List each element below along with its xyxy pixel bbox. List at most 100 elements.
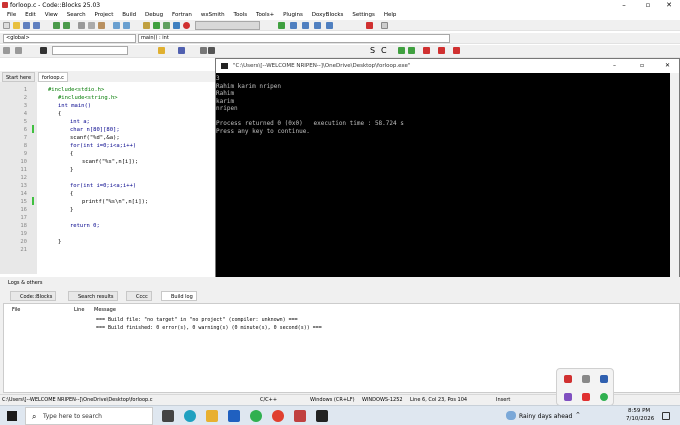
build-icon[interactable] bbox=[143, 22, 150, 29]
tab-start-here[interactable]: Start here bbox=[2, 72, 36, 82]
paste-icon[interactable] bbox=[98, 22, 105, 29]
debug-out-icon[interactable] bbox=[326, 22, 333, 29]
flag-icon[interactable] bbox=[423, 47, 430, 54]
menu-view[interactable]: View bbox=[45, 11, 58, 20]
file-explorer-icon[interactable] bbox=[206, 410, 218, 422]
cut-icon[interactable] bbox=[78, 22, 85, 29]
menu-settings[interactable]: Settings bbox=[352, 11, 375, 20]
copy-icon[interactable] bbox=[88, 22, 95, 29]
taskbar-search[interactable]: ⌕ Type here to search bbox=[25, 407, 153, 425]
log-tab-search-results[interactable]: Search results bbox=[68, 291, 118, 301]
menu-plugins[interactable]: Plugins bbox=[283, 11, 303, 20]
build-run-icon[interactable] bbox=[163, 22, 170, 29]
tray-app-icon[interactable] bbox=[564, 393, 572, 401]
menu-fortran[interactable]: Fortran bbox=[172, 11, 192, 20]
tab-forloop[interactable]: forloop.c bbox=[38, 72, 68, 82]
status-mode: Insert bbox=[496, 397, 511, 403]
tray-app-icon[interactable] bbox=[600, 375, 608, 383]
symbol-c-icon[interactable]: C bbox=[381, 47, 388, 55]
console-window[interactable]: "C:\Users\[--WELCOME NRIPEN--]\OneDrive\… bbox=[215, 58, 680, 302]
code-line: #include<stdio.h> bbox=[48, 87, 105, 93]
store-icon[interactable] bbox=[228, 410, 240, 422]
windows-start-icon[interactable] bbox=[7, 411, 17, 421]
jump-combo[interactable] bbox=[52, 46, 128, 55]
debug-into-icon[interactable] bbox=[314, 22, 321, 29]
replace-icon[interactable] bbox=[123, 22, 130, 29]
debug-window-icon[interactable] bbox=[381, 22, 388, 29]
code-line: } bbox=[58, 239, 62, 245]
code-line: scanf("%d",&a); bbox=[70, 135, 120, 141]
flag2-icon[interactable] bbox=[438, 47, 445, 54]
run-icon[interactable] bbox=[153, 22, 160, 29]
menu-help[interactable]: Help bbox=[384, 11, 397, 20]
debug-step-icon[interactable] bbox=[290, 22, 297, 29]
whatsapp-icon[interactable] bbox=[250, 410, 262, 422]
minimize-icon[interactable]: – bbox=[613, 62, 616, 69]
minimize-icon[interactable]: – bbox=[617, 1, 631, 10]
arrow-right-icon[interactable] bbox=[408, 47, 415, 54]
flag3-icon[interactable] bbox=[453, 47, 460, 54]
abort-icon[interactable] bbox=[183, 22, 190, 29]
clock-date[interactable]: 7/10/2026 bbox=[626, 416, 654, 422]
function-combo[interactable]: main() : int bbox=[138, 34, 450, 43]
arrow-left-icon[interactable] bbox=[398, 47, 405, 54]
find-icon[interactable] bbox=[113, 22, 120, 29]
save-icon[interactable] bbox=[23, 22, 30, 29]
whatsapp-icon[interactable] bbox=[600, 393, 608, 401]
tray-app-icon[interactable] bbox=[582, 375, 590, 383]
menu-tools-plus[interactable]: Tools+ bbox=[256, 11, 274, 20]
console-task-icon[interactable] bbox=[316, 410, 328, 422]
tray-app-icon[interactable] bbox=[564, 375, 572, 383]
bookmark-icon[interactable] bbox=[40, 47, 47, 54]
console-scrollbar[interactable] bbox=[670, 73, 679, 301]
log-tab-build-log[interactable]: Build log bbox=[161, 291, 197, 301]
task-view-icon[interactable] bbox=[162, 410, 174, 422]
menu-wxsmith[interactable]: wxSmith bbox=[201, 11, 225, 20]
clock-time[interactable]: 8:59 PM bbox=[628, 408, 650, 414]
menu-tools[interactable]: Tools bbox=[234, 11, 248, 20]
menu-search[interactable]: Search bbox=[67, 11, 86, 20]
nav-forward-icon[interactable] bbox=[15, 47, 22, 54]
debug-stop-icon[interactable] bbox=[366, 22, 373, 29]
save-all-icon[interactable] bbox=[33, 22, 40, 29]
weather-text[interactable]: Rainy days ahead bbox=[519, 413, 572, 420]
redo-icon[interactable] bbox=[63, 22, 70, 29]
code-line: } bbox=[70, 167, 74, 173]
log-tab-codeblocks[interactable]: Code::Blocks bbox=[10, 291, 57, 301]
undo-icon[interactable] bbox=[53, 22, 60, 29]
console-output: 3 Rahim karim nripen Rahim karim nripen … bbox=[216, 75, 404, 135]
match-case-icon[interactable] bbox=[178, 47, 185, 54]
regex-icon[interactable] bbox=[200, 47, 207, 54]
menu-file[interactable]: File bbox=[7, 11, 16, 20]
select-icon[interactable] bbox=[208, 47, 215, 54]
rebuild-icon[interactable] bbox=[173, 22, 180, 29]
menu-doxyblocks[interactable]: DoxyBlocks bbox=[312, 11, 344, 20]
menu-debug[interactable]: Debug bbox=[145, 11, 163, 20]
close-icon[interactable]: ✕ bbox=[662, 1, 676, 10]
build-target-combo[interactable] bbox=[195, 21, 260, 30]
toolbar-edit: S C bbox=[0, 45, 680, 58]
tray-app-icon[interactable] bbox=[582, 393, 590, 401]
menu-edit[interactable]: Edit bbox=[25, 11, 36, 20]
scope-combo[interactable]: <global> bbox=[3, 34, 136, 43]
tray-chevron-icon[interactable]: ⌃ bbox=[575, 411, 581, 419]
debug-next-icon[interactable] bbox=[302, 22, 309, 29]
weather-icon[interactable] bbox=[506, 411, 516, 420]
new-file-icon[interactable] bbox=[3, 22, 10, 29]
open-icon[interactable] bbox=[13, 22, 20, 29]
close-icon[interactable]: ✕ bbox=[665, 62, 670, 69]
code-line: } bbox=[70, 207, 74, 213]
menu-project[interactable]: Project bbox=[95, 11, 114, 20]
nav-back-icon[interactable] bbox=[3, 47, 10, 54]
chrome-icon[interactable] bbox=[272, 410, 284, 422]
highlight-icon[interactable] bbox=[158, 47, 165, 54]
menu-build[interactable]: Build bbox=[122, 11, 136, 20]
symbol-s-icon[interactable]: S bbox=[370, 47, 377, 55]
maximize-icon[interactable]: ▫ bbox=[641, 1, 655, 10]
debug-run-icon[interactable] bbox=[278, 22, 285, 29]
codeblocks-icon[interactable] bbox=[294, 410, 306, 422]
log-tab-cccc[interactable]: Cccc bbox=[126, 291, 152, 301]
edge-icon[interactable] bbox=[184, 410, 196, 422]
maximize-icon[interactable]: ▫ bbox=[640, 62, 644, 69]
notification-icon[interactable] bbox=[662, 412, 670, 420]
